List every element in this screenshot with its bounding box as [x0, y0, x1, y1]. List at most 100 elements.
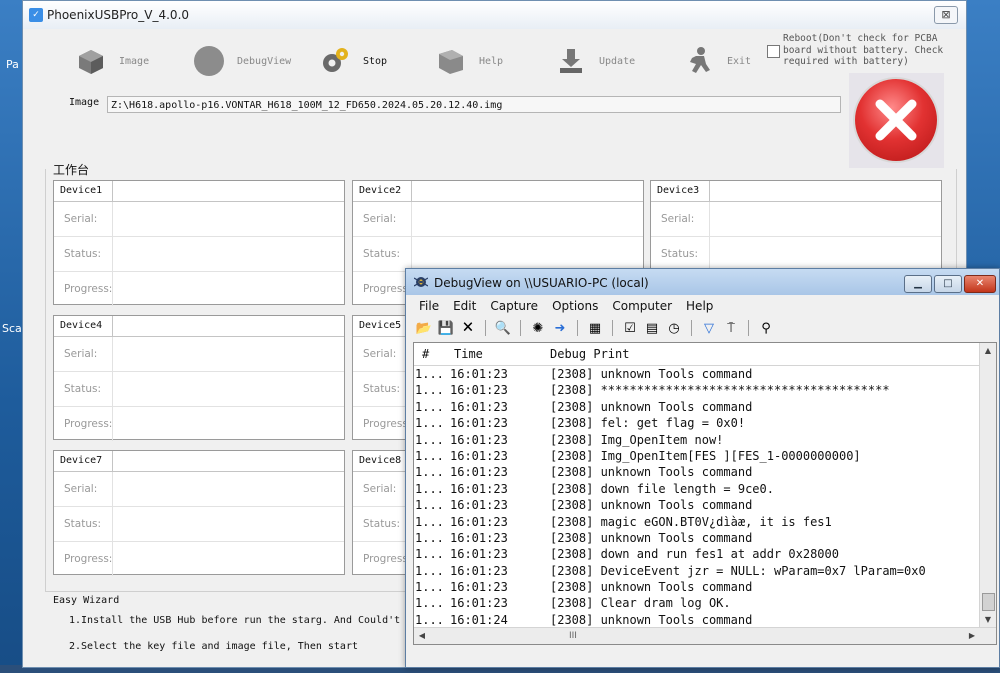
- menu-help[interactable]: Help: [679, 297, 720, 315]
- scroll-thumb[interactable]: [982, 593, 995, 611]
- phoenix-titlebar: ✓ PhoenixUSBPro_V_4.0.0 ⊠: [23, 1, 966, 29]
- scroll-up-icon[interactable]: ▲: [980, 343, 996, 359]
- scroll-left-icon[interactable]: ◀: [414, 628, 430, 644]
- update-button-label: Update: [599, 55, 636, 67]
- menu-computer[interactable]: Computer: [605, 297, 679, 315]
- table-row[interactable]: 1... 16:01:23 [2308] Img_OpenItem now!: [414, 432, 982, 448]
- image-button[interactable]: Image: [73, 43, 149, 79]
- debugview-title: DebugView on \\USUARIO-PC (local): [434, 276, 649, 290]
- column-header-number[interactable]: #: [422, 347, 429, 361]
- table-row[interactable]: 1... 16:01:23 [2308] unknown Tools command: [414, 366, 982, 382]
- row-number: 1...: [415, 481, 444, 496]
- save-icon[interactable]: 💾: [436, 318, 456, 338]
- table-row[interactable]: 1... 16:01:23 [2308] DeviceEvent jzr = NUL…: [414, 563, 982, 579]
- open-folder-icon[interactable]: 📂: [414, 318, 434, 338]
- filter-icon[interactable]: ▦: [585, 318, 605, 338]
- pin-icon[interactable]: ⍑: [721, 318, 741, 338]
- highlight-icon[interactable]: ▽: [699, 318, 719, 338]
- status-label: Status:: [363, 383, 400, 395]
- device-name: Device5: [359, 320, 402, 331]
- row-time: 16:01:23: [450, 514, 508, 529]
- menu-edit[interactable]: Edit: [446, 297, 483, 315]
- debug-output-list[interactable]: # Time Debug Print 1... 16:01:23 [2308] un…: [413, 342, 997, 645]
- image-path-field[interactable]: Z:\H618.apollo-p16.VONTAR_H618_100M_12_F…: [107, 96, 841, 113]
- menu-options[interactable]: Options: [545, 297, 605, 315]
- table-row[interactable]: 1... 16:01:23 [2308] Clear dram log OK.: [414, 595, 982, 611]
- row-message: [2308] unknown Tools command: [550, 530, 753, 545]
- table-row[interactable]: 1... 16:01:24 [2308] unknown Tools command: [414, 612, 982, 628]
- row-message: [2308] unknown Tools command: [550, 399, 753, 414]
- row-number: 1...: [415, 612, 444, 627]
- menu-capture[interactable]: Capture: [483, 297, 545, 315]
- table-row[interactable]: 1... 16:01:23 [2308] unknown Tools command: [414, 497, 982, 513]
- reboot-option[interactable]: Reboot(Don't check for PCBA board withou…: [767, 33, 952, 68]
- easy-wizard-title: Easy Wizard: [53, 595, 120, 606]
- clear-icon[interactable]: 🗙: [458, 318, 478, 338]
- table-row[interactable]: 1... 16:01:23 [2308] Img_OpenItem[FES ][FE…: [414, 448, 982, 464]
- row-message: [2308] unknown Tools command: [550, 498, 753, 513]
- horizontal-scrollbar[interactable]: ◀ III ▶: [414, 627, 996, 644]
- table-row[interactable]: 1... 16:01:23 [2308] unknown Tools command: [414, 579, 982, 595]
- reboot-checkbox[interactable]: [767, 45, 780, 58]
- close-button[interactable]: ⊠: [934, 6, 958, 24]
- device-name: Device3: [657, 185, 700, 196]
- wizard-step-2: 2.Select the key file and image file, Th…: [69, 641, 358, 652]
- menu-bar: File Edit Capture Options Computer Help: [406, 297, 720, 315]
- stop-button[interactable]: Stop: [317, 43, 387, 79]
- row-message: [2308] DeviceEvent jzr = NULL: wParam=0x…: [550, 563, 926, 578]
- row-number: 1...: [415, 416, 444, 431]
- history-depth-icon[interactable]: ▤: [642, 318, 662, 338]
- row-time: 16:01:23: [450, 596, 508, 611]
- device-name: Device8: [359, 455, 402, 466]
- device-name: Device4: [60, 320, 103, 331]
- row-message: [2308] down and run fes1 at addr 0x28000: [550, 547, 839, 562]
- table-row[interactable]: 1... 16:01:23 [2308] fel: get flag = 0x0!: [414, 415, 982, 431]
- autoscroll-icon[interactable]: ➜: [550, 318, 570, 338]
- column-header-debug-print[interactable]: Debug Print: [550, 347, 629, 361]
- table-row[interactable]: 1... 16:01:23 [2308] unknown Tools command: [414, 399, 982, 415]
- maximize-button[interactable]: □: [934, 275, 962, 293]
- table-row[interactable]: 1... 16:01:23 [2308] *********************…: [414, 382, 982, 398]
- column-header-time[interactable]: Time: [454, 347, 483, 361]
- serial-label: Serial:: [64, 348, 98, 360]
- circle-icon: [191, 43, 227, 79]
- debugview-titlebar: DebugView on \\USUARIO-PC (local) ▁ □ ✕: [406, 269, 999, 295]
- exit-button[interactable]: Exit: [681, 43, 751, 79]
- scroll-down-icon[interactable]: ▼: [980, 612, 996, 628]
- row-number: 1...: [415, 432, 444, 447]
- progress-label: Progress:: [64, 418, 113, 430]
- table-row[interactable]: 1... 16:01:23 [2308] magic eGON.BT0V¿dìàæ,…: [414, 514, 982, 530]
- minimize-button[interactable]: ▁: [904, 275, 932, 293]
- serial-label: Serial:: [363, 348, 397, 360]
- close-button[interactable]: ✕: [964, 275, 996, 293]
- menu-file[interactable]: File: [406, 297, 446, 315]
- exit-button-label: Exit: [727, 55, 752, 67]
- table-row[interactable]: 1... 16:01:23 [2308] down file length = 9c…: [414, 481, 982, 497]
- toolbar: 📂 💾 🗙 🔍 ✺ ➜ ▦ ☑ ▤ ◷ ▽ ⍑ ⚲: [414, 317, 776, 339]
- row-number: 1...: [415, 367, 444, 381]
- row-number: 1...: [415, 448, 444, 463]
- table-row[interactable]: 1... 16:01:23 [2308] unknown Tools command: [414, 464, 982, 480]
- table-row[interactable]: 1... 16:01:23 [2308] down and run fes1 at …: [414, 546, 982, 562]
- clock-icon[interactable]: ◷: [664, 318, 684, 338]
- vertical-scrollbar[interactable]: ▲ ▼: [979, 343, 996, 628]
- help-button[interactable]: Help: [433, 43, 503, 79]
- desktop-icon-label[interactable]: Pa: [6, 58, 19, 71]
- debugview-window: DebugView on \\USUARIO-PC (local) ▁ □ ✕ …: [405, 268, 1000, 668]
- binoculars-icon[interactable]: ⚲: [756, 318, 776, 338]
- update-button[interactable]: Update: [553, 43, 635, 79]
- find-icon[interactable]: 🔍: [493, 318, 513, 338]
- gear-icon: [317, 43, 353, 79]
- row-message: [2308] Img_OpenItem now!: [550, 432, 724, 447]
- row-time: 16:01:23: [450, 367, 508, 381]
- properties-icon[interactable]: ☑: [620, 318, 640, 338]
- reboot-label: Reboot(Don't check for PCBA board withou…: [783, 33, 944, 67]
- table-row[interactable]: 1... 16:01:23 [2308] unknown Tools command: [414, 530, 982, 546]
- device-panel: Device1 Serial: Status: Progress:: [53, 180, 345, 306]
- capture-icon[interactable]: ✺: [528, 318, 548, 338]
- status-label: Status:: [661, 248, 698, 260]
- scroll-grip[interactable]: III: [569, 628, 577, 644]
- row-message: [2308] *********************************…: [550, 383, 890, 398]
- debugview-button[interactable]: DebugView: [191, 43, 291, 79]
- scroll-right-icon[interactable]: ▶: [964, 628, 980, 644]
